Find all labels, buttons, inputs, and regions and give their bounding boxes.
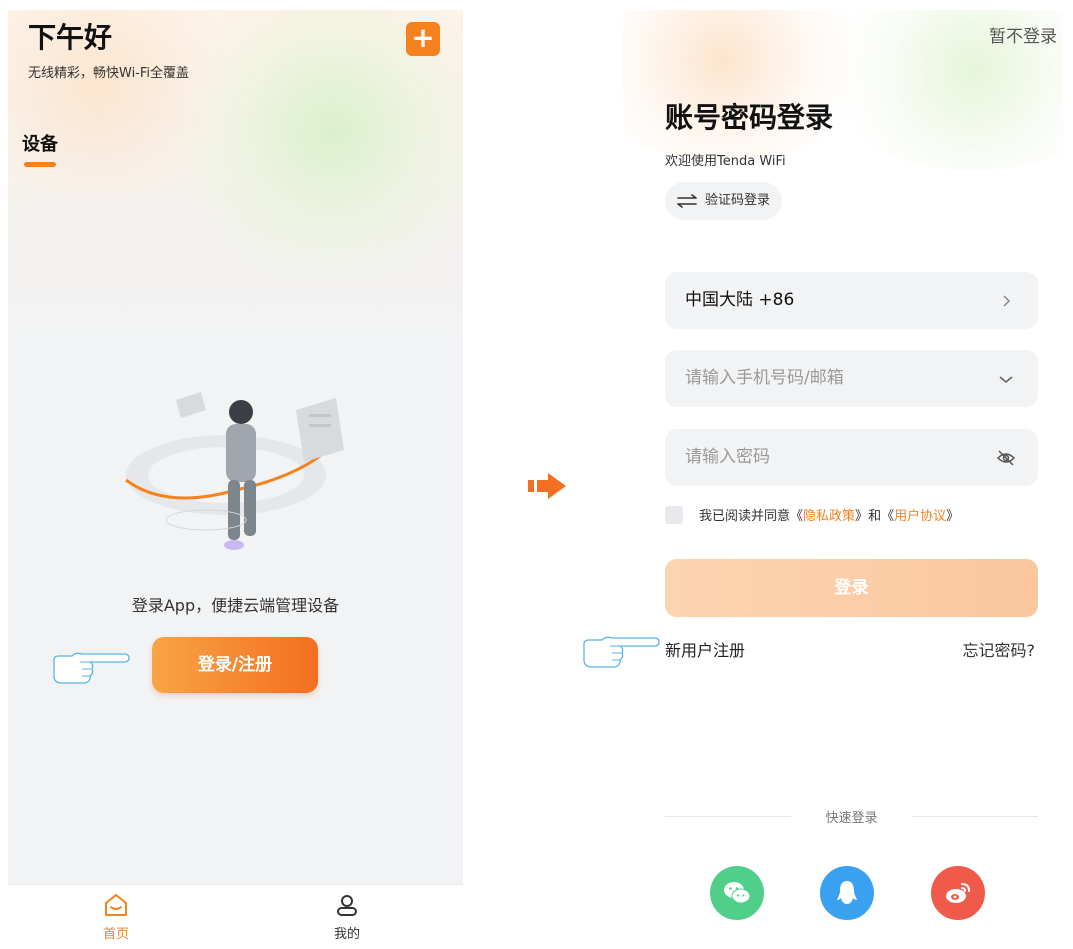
password-input[interactable]: 请输入密码 [665,429,1038,486]
divider-line [912,816,1038,817]
login-promo-text: 登录App，便捷云端管理设备 [131,596,340,615]
tab-devices[interactable]: 设备 [22,130,58,156]
login-illustration [125,392,344,550]
weibo-icon [946,883,970,903]
nav-mine[interactable]: 我的 [307,893,387,942]
add-device-button[interactable]: + [406,22,440,56]
agreement-prefix: 我已阅读并同意 [699,509,791,524]
wechat-login-button[interactable] [710,866,764,920]
arrow-right-icon [528,473,566,499]
agreement-row: 我已阅读并同意 《 隐私政策 》 和 《 用户协议 》 [665,505,959,524]
phone-email-input[interactable]: 请输入手机号码/邮箱 [665,350,1038,407]
user-icon [337,895,357,916]
qq-login-button[interactable] [820,866,874,920]
pointing-hand-icon [583,636,660,668]
privacy-policy-link[interactable]: 隐私政策 [803,505,855,524]
chevron-right-icon [1003,295,1011,307]
user-agreement-link[interactable]: 用户协议 [894,505,946,524]
region-selector[interactable]: 中国大陆 +86 [665,272,1038,329]
eye-off-icon[interactable] [996,448,1016,468]
welcome-text: 欢迎使用Tenda WiFi [665,154,786,169]
login-register-button[interactable]: 登录/注册 [152,637,318,693]
greeting-subtitle: 无线精彩，畅快Wi-Fi全覆盖 [28,66,190,81]
skip-login-button[interactable]: 暂不登录 [989,22,1057,47]
nav-home[interactable]: 首页 [76,893,156,942]
login-button[interactable]: 登录 [665,559,1038,617]
tab-active-indicator [24,162,56,167]
login-screen: 暂不登录 账号密码登录 欢迎使用Tenda WiFi 验证码登录 中国大陆 +8… [623,10,1063,949]
weibo-login-button[interactable] [931,866,985,920]
switch-icon [677,194,697,208]
wechat-icon [724,882,751,904]
new-user-register-link[interactable]: 新用户注册 [665,637,745,661]
agreement-and: 和 [868,509,882,524]
terms-open-bracket: 《 [881,509,895,524]
greeting-title: 下午好 [28,21,113,54]
bottom-tab-bar: 首页 我的 [8,884,463,949]
pointing-hand-icon [53,652,130,684]
forgot-password-link[interactable]: 忘记密码? [963,637,1036,661]
region-value: 中国大陆 +86 [685,290,795,310]
code-login-label: 验证码登录 [705,193,771,208]
nav-mine-label: 我的 [333,927,360,942]
terms-close-bracket: 》 [946,509,960,524]
privacy-open-bracket: 《 [790,509,804,524]
home-icon [105,894,127,916]
phone-email-placeholder: 请输入手机号码/邮箱 [685,368,844,388]
home-screen: 下午好 无线精彩，畅快Wi-Fi全覆盖 + 设备 登录App，便捷云端管理设备 … [8,10,463,949]
nav-home-label: 首页 [102,927,129,942]
code-login-button[interactable]: 验证码登录 [665,182,783,220]
page-title: 账号密码登录 [665,101,834,134]
privacy-close-bracket: 》 [855,509,869,524]
qq-icon [837,881,857,904]
password-placeholder: 请输入密码 [685,447,770,467]
agreement-checkbox[interactable] [665,505,683,524]
quick-login-divider: 快速登录 [665,806,1038,826]
chevron-down-icon[interactable] [996,369,1016,389]
